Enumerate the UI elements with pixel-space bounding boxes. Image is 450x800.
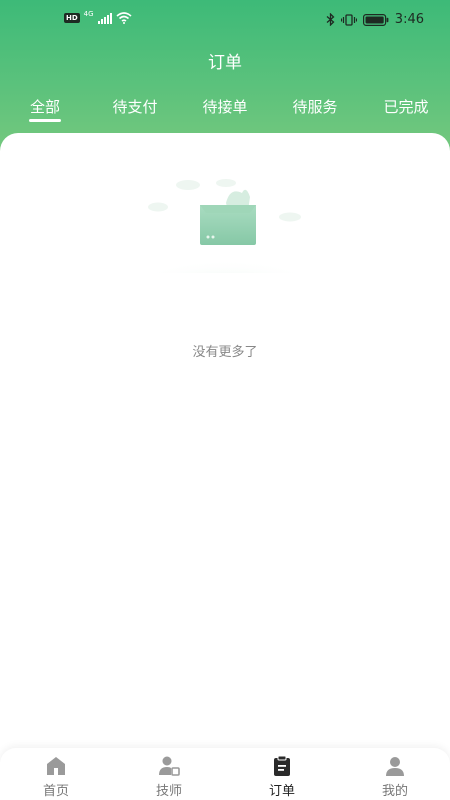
- network-type-label: 4G: [83, 10, 94, 18]
- empty-box-illustration: [141, 179, 311, 273]
- status-bar: HD 4G 3:46: [0, 0, 450, 40]
- tab-pending-service-label: 待服务: [292, 98, 338, 116]
- tab-completed[interactable]: 已完成: [383, 96, 428, 117]
- tab-all-label: 全部: [29, 98, 61, 116]
- tab-pending-accept-label: 待接单: [202, 98, 248, 116]
- empty-state-message: 没有更多了: [192, 345, 258, 360]
- bottom-nav: 首页 技师 订单 我的: [0, 748, 450, 800]
- nav-mine[interactable]: 我的: [355, 754, 435, 799]
- technician-icon: [159, 756, 180, 776]
- hd-badge: HD: [64, 13, 80, 23]
- tab-pending-service[interactable]: 待服务: [292, 96, 337, 117]
- nav-orders[interactable]: 订单: [242, 754, 322, 799]
- signal-icon: [97, 12, 112, 24]
- vibrate-icon: [340, 13, 357, 26]
- nav-technician[interactable]: 技师: [129, 754, 209, 799]
- user-icon: [386, 757, 404, 776]
- clipboard-icon: [274, 755, 290, 776]
- tab-all[interactable]: 全部: [28, 96, 61, 122]
- active-tab-indicator: [28, 119, 61, 122]
- status-right-group: 3:46: [326, 12, 424, 27]
- nav-orders-label: 订单: [268, 784, 295, 799]
- wifi-icon: [116, 12, 132, 24]
- status-time: 3:46: [394, 12, 424, 27]
- bluetooth-icon: [326, 13, 335, 26]
- nav-technician-label: 技师: [155, 784, 182, 799]
- battery-icon: [362, 13, 389, 26]
- order-list-panel[interactable]: 没有更多了: [0, 133, 450, 753]
- tab-pending-payment[interactable]: 待支付: [112, 96, 157, 117]
- nav-home[interactable]: 首页: [16, 754, 96, 799]
- home-icon: [47, 757, 65, 775]
- tab-completed-label: 已完成: [383, 98, 429, 116]
- page-title: 订单: [208, 53, 242, 73]
- status-left-group: HD 4G: [64, 10, 132, 24]
- nav-home-label: 首页: [42, 784, 69, 799]
- nav-mine-label: 我的: [381, 784, 408, 799]
- order-tabs: 全部 待支付 待接单 待服务 已完成: [0, 96, 450, 126]
- tab-pending-accept[interactable]: 待接单: [202, 96, 247, 117]
- tab-pending-payment-label: 待支付: [112, 98, 158, 116]
